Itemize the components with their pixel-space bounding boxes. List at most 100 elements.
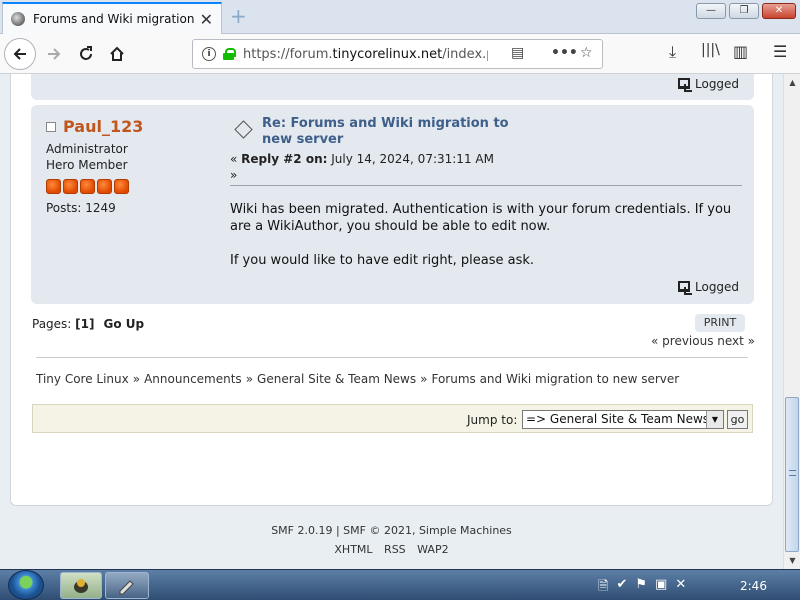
- flag-icon[interactable]: ⚑: [635, 577, 647, 599]
- footer-link-xhtml[interactable]: XHTML: [334, 543, 372, 556]
- scroll-down-arrow-icon[interactable]: ▼: [784, 552, 800, 569]
- logged-indicator: Logged: [678, 280, 740, 295]
- document-icon[interactable]: 🗎: [598, 577, 608, 599]
- go-up-link[interactable]: Go Up: [104, 317, 145, 331]
- post-meta-end: »: [230, 168, 238, 182]
- post-body: Wiki has been migrated. Authentication i…: [230, 201, 735, 286]
- ip-logged-icon: [678, 281, 692, 295]
- forward-button[interactable]: [40, 40, 68, 68]
- breadcrumb-link[interactable]: General Site & Team News: [257, 372, 416, 386]
- home-icon: [110, 46, 124, 61]
- jump-to-select[interactable]: => General Site & Team News ▼: [522, 410, 724, 429]
- post-meta: « Reply #2 on: July 14, 2024, 07:31:11 A…: [230, 152, 494, 166]
- post-title-link[interactable]: Re: Forums and Wiki migration to new ser…: [262, 116, 512, 148]
- url-text[interactable]: https://forum.tinycorelinux.net/index.p: [243, 47, 488, 62]
- jump-to-selected: => General Site & Team News: [526, 412, 710, 426]
- breadcrumb-link[interactable]: Tiny Core Linux: [36, 372, 129, 386]
- page-footer: SMF 2.0.19 | SMF © 2021, Simple Machines…: [0, 524, 783, 556]
- network-icon[interactable]: ▣: [655, 577, 667, 599]
- post-subject-icon: [233, 121, 253, 137]
- navigation-toolbar: i https://forum.tinycorelinux.net/index.…: [0, 34, 800, 74]
- browser-tab-active[interactable]: Forums and Wiki migration to ✕: [2, 2, 222, 34]
- rank-star-icon: [80, 179, 95, 194]
- footer-links: XHTML RSS WAP2: [0, 543, 783, 556]
- poster-username[interactable]: Paul_123: [63, 117, 143, 136]
- logged-label: Logged: [695, 280, 740, 294]
- close-window-button[interactable]: ✕: [762, 3, 796, 19]
- home-button[interactable]: [103, 40, 131, 68]
- print-button[interactable]: PRINT: [695, 314, 745, 332]
- lock-icon[interactable]: [223, 48, 236, 60]
- tab-close-icon[interactable]: ✕: [200, 10, 213, 29]
- taskbar-clock[interactable]: 2:46: [740, 579, 767, 593]
- pages-label: Pages:: [32, 317, 76, 331]
- new-tab-button[interactable]: +: [230, 4, 247, 28]
- sidebar-icon[interactable]: ▥: [733, 42, 748, 61]
- breadcrumb-link[interactable]: Announcements: [144, 372, 242, 386]
- page-viewport: Logged Paul_123 Administrator Hero Membe…: [0, 74, 783, 569]
- post-divider: [230, 185, 742, 186]
- downloads-icon[interactable]: ⤓: [669, 42, 676, 62]
- scroll-up-arrow-icon[interactable]: ▲: [784, 74, 800, 91]
- maximize-button[interactable]: ❐: [729, 3, 759, 19]
- breadcrumb-separator: »: [420, 372, 428, 386]
- security-shield-icon[interactable]: ✔: [616, 577, 627, 599]
- poster-group: Hero Member: [46, 158, 128, 172]
- rank-star-icon: [63, 179, 78, 194]
- forum-post: Paul_123 Administrator Hero Member Posts…: [31, 105, 754, 304]
- minimize-button[interactable]: —: [696, 3, 726, 19]
- address-bar[interactable]: i https://forum.tinycorelinux.net/index.…: [192, 39, 603, 69]
- breadcrumb-separator: »: [132, 372, 141, 386]
- footer-link-wap2[interactable]: WAP2: [417, 543, 448, 556]
- section-divider: [36, 357, 748, 358]
- taskbar-app-browser[interactable]: [60, 572, 102, 599]
- taskbar-app-editor[interactable]: [105, 572, 149, 599]
- page-actions-icon[interactable]: •••: [551, 45, 578, 61]
- window-controls: — ❐ ✕: [696, 3, 796, 19]
- system-tray: 🗎 ✔ ⚑ ▣ ✕: [598, 577, 686, 599]
- tab-favicon-icon: [11, 12, 25, 26]
- reload-button[interactable]: [72, 40, 100, 68]
- volume-muted-icon[interactable]: ✕: [675, 577, 686, 599]
- rank-stars: [46, 179, 129, 194]
- post-paragraph: If you would like to have edit right, pl…: [230, 253, 535, 268]
- library-icon[interactable]: |||\: [701, 42, 720, 58]
- app-tux-icon: [74, 578, 88, 593]
- bookmark-star-icon[interactable]: ☆: [580, 45, 593, 61]
- previous-next-topic-links[interactable]: « previous next »: [651, 334, 755, 348]
- logged-indicator: Logged: [678, 77, 740, 92]
- breadcrumb-link[interactable]: Forums and Wiki migration to new server: [431, 372, 679, 386]
- reload-icon: [80, 46, 92, 60]
- footer-credit[interactable]: SMF 2.0.19 | SMF © 2021, Simple Machines: [0, 524, 783, 537]
- footer-link-rss[interactable]: RSS: [384, 543, 406, 556]
- pagination: Pages: [1] Go Up: [32, 317, 144, 331]
- arrow-left-icon: [13, 48, 26, 60]
- rank-star-icon: [46, 179, 61, 194]
- vertical-scrollbar[interactable]: ▲ ▼: [783, 74, 800, 569]
- menu-icon[interactable]: ☰: [773, 42, 787, 61]
- current-page: [1]: [75, 317, 95, 331]
- tab-bar: Forums and Wiki migration to ✕ + — ❐ ✕: [0, 0, 800, 34]
- jump-to-bar: Jump to: => General Site & Team News ▼ g…: [32, 404, 753, 433]
- forum-content: Logged Paul_123 Administrator Hero Membe…: [10, 74, 773, 506]
- go-button[interactable]: go: [727, 410, 748, 429]
- arrow-right-icon: [48, 48, 61, 60]
- chevron-down-icon[interactable]: ▼: [706, 411, 723, 428]
- online-status-icon: [46, 122, 56, 132]
- info-icon[interactable]: i: [202, 47, 216, 61]
- scrollbar-thumb[interactable]: [785, 397, 799, 552]
- breadcrumb: Tiny Core Linux» Announcements» General Si…: [36, 372, 679, 386]
- reader-view-icon[interactable]: ▤: [511, 45, 524, 61]
- breadcrumb-separator: »: [245, 372, 254, 386]
- rank-star-icon: [97, 179, 112, 194]
- back-button[interactable]: [4, 38, 36, 70]
- poster-role: Administrator: [46, 142, 128, 156]
- taskbar: 🗎 ✔ ⚑ ▣ ✕ 2:46: [0, 569, 800, 600]
- logged-label: Logged: [695, 77, 740, 91]
- start-button[interactable]: [8, 570, 44, 600]
- ip-logged-icon: [678, 78, 692, 92]
- post-paragraph: Wiki has been migrated. Authentication i…: [230, 202, 732, 234]
- pen-icon: [119, 579, 134, 594]
- poster-post-count: Posts: 1249: [46, 201, 116, 215]
- previous-post-tail: Logged: [31, 74, 754, 100]
